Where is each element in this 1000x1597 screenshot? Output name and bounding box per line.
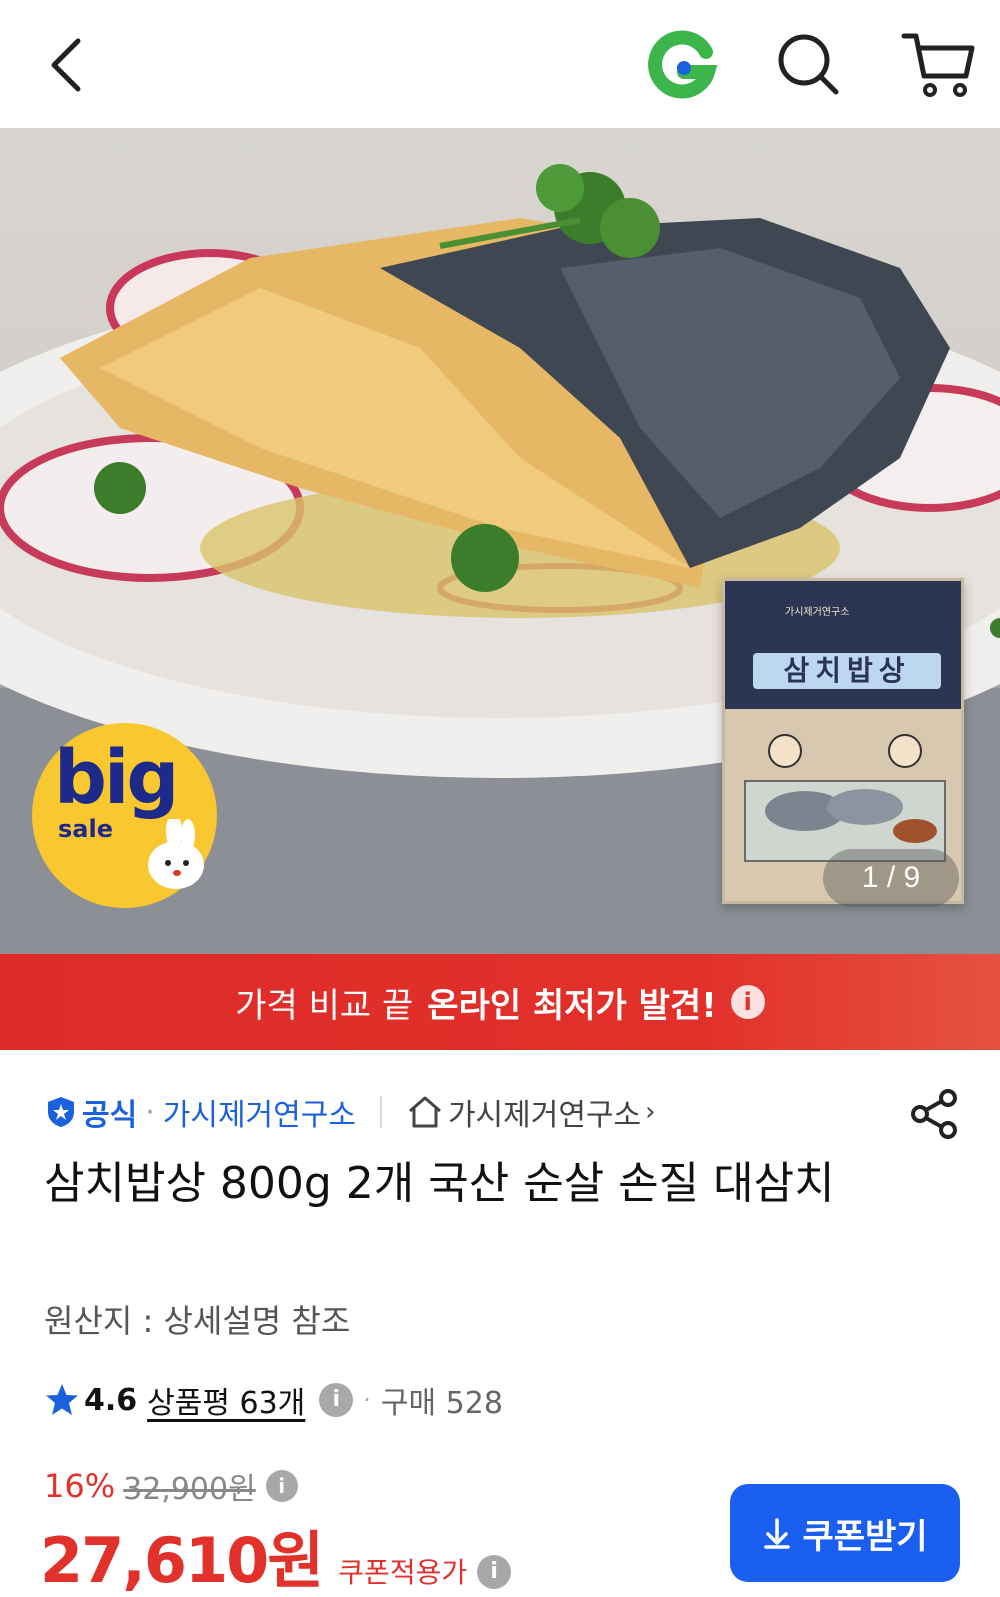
official-label: 공식: [82, 1098, 138, 1133]
original-price: 32,900원: [123, 1472, 256, 1507]
search-button[interactable]: [774, 30, 844, 100]
chevron-left-icon: [51, 38, 81, 92]
discount-row: 16% 32,900원 i: [44, 1464, 298, 1508]
store-home-icon: [408, 1096, 441, 1128]
get-coupon-button[interactable]: 쿠폰받기: [730, 1484, 960, 1582]
product-image-carousel[interactable]: big sale 가시제거연구소 삼치밥상 1 / 9: [0, 128, 1000, 954]
search-icon: [778, 34, 839, 95]
big-sale-badge: big sale: [32, 723, 217, 908]
info-icon[interactable]: i: [730, 985, 765, 1019]
back-button[interactable]: [36, 30, 96, 100]
store-link[interactable]: 가시제거연구소: [448, 1090, 641, 1134]
lowest-price-banner[interactable]: 가격 비교 끝 온라인 최저가 발견! i: [0, 954, 1000, 1050]
sale-text: sale: [58, 815, 113, 843]
banner-text-normal: 가격 비교 끝: [235, 985, 414, 1026]
rating-row: 4.6 상품평 63개 i · 구매 528: [44, 1378, 503, 1422]
cart-button[interactable]: [900, 26, 976, 102]
shop-name-link[interactable]: 가시제거연구소: [163, 1090, 356, 1134]
rating-score: 4.6: [84, 1382, 138, 1418]
package-brand: 가시제거연구소: [785, 607, 850, 618]
download-icon: [764, 1518, 791, 1549]
discount-rate: 16%: [44, 1467, 116, 1505]
product-origin: 원산지 : 상세설명 참조: [44, 1302, 351, 1340]
separator-dot: ·: [363, 1386, 371, 1414]
share-icon: [911, 1089, 957, 1139]
star-icon: [46, 1384, 78, 1415]
big-sale-text: big: [54, 735, 179, 821]
coupon-price-label: 쿠폰적용가: [338, 1556, 468, 1589]
cart-icon: [901, 33, 975, 97]
info-icon[interactable]: i: [319, 1383, 354, 1417]
reviews-link[interactable]: 상품평 63개: [147, 1378, 305, 1422]
seller-row: 공식 · 가시제거연구소 가시제거연구소 ›: [44, 1087, 964, 1137]
info-icon[interactable]: i: [477, 1555, 512, 1589]
rabbit-icon: [148, 819, 204, 889]
product-title: 삼치밥상 800g 2개 국산 순살 손질 대삼치: [44, 1158, 835, 1209]
share-button[interactable]: [910, 1088, 960, 1140]
package-title: 삼치밥상: [753, 653, 941, 689]
official-shield-icon: [48, 1097, 74, 1127]
purchase-count: 구매 528: [380, 1386, 503, 1421]
gmarket-g-icon: [648, 30, 718, 99]
info-icon[interactable]: i: [265, 1470, 298, 1502]
final-price-row: 27,610원 쿠폰적용가 i: [40, 1510, 512, 1597]
package-night-background: [725, 581, 961, 709]
divider: [379, 1096, 382, 1128]
gmarket-home-button[interactable]: [644, 28, 720, 104]
chevron-right-icon: ›: [645, 1097, 656, 1127]
final-price: 27,610원: [40, 1524, 324, 1597]
banner-text-bold: 온라인 최저가 발견!: [427, 985, 717, 1026]
carousel-page-indicator: 1 / 9: [823, 849, 959, 907]
coupon-button-label: 쿠폰받기: [802, 1516, 928, 1557]
separator-dot: ·: [145, 1094, 155, 1130]
top-app-bar: [0, 0, 1000, 128]
